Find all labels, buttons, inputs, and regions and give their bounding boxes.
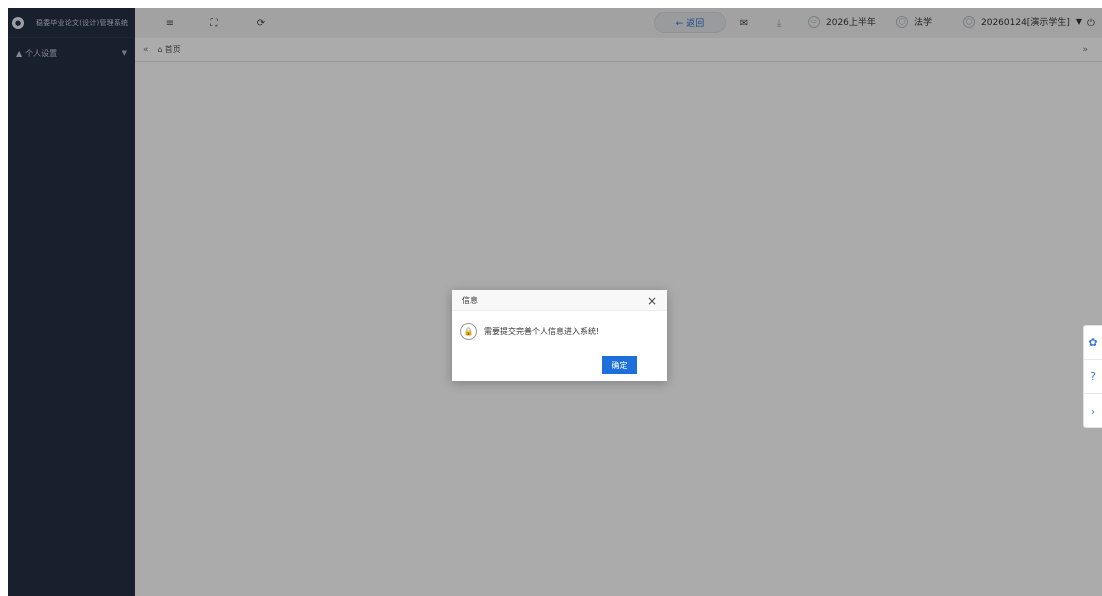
- lock-icon: 🔒: [460, 323, 477, 340]
- close-icon[interactable]: ×: [647, 294, 657, 308]
- screen-margin-top: [0, 0, 1102, 8]
- dialog-header: 信息: [452, 290, 667, 311]
- info-dialog: 信息 × 🔒 需要提交完善个人信息进入系统! 确定: [452, 290, 667, 381]
- side-toolbar: ✿ ? ›: [1083, 325, 1102, 428]
- confirm-button[interactable]: 确定: [602, 356, 637, 374]
- collapse-icon[interactable]: ›: [1084, 394, 1102, 428]
- dialog-body: 🔒 需要提交完善个人信息进入系统!: [452, 323, 667, 340]
- app-frame: ● 稳委毕业论文(设计)管理系统 ▲ 个人设置 ▼ ≡ ⛶ ⟳ ← 返回 ✉ ⤓…: [0, 0, 1102, 596]
- help-icon[interactable]: ?: [1084, 360, 1102, 394]
- dialog-title: 信息: [462, 295, 478, 305]
- chat-icon[interactable]: ✿: [1084, 326, 1102, 360]
- screen-margin-left: [0, 0, 8, 596]
- dialog-message: 需要提交完善个人信息进入系统!: [484, 327, 600, 336]
